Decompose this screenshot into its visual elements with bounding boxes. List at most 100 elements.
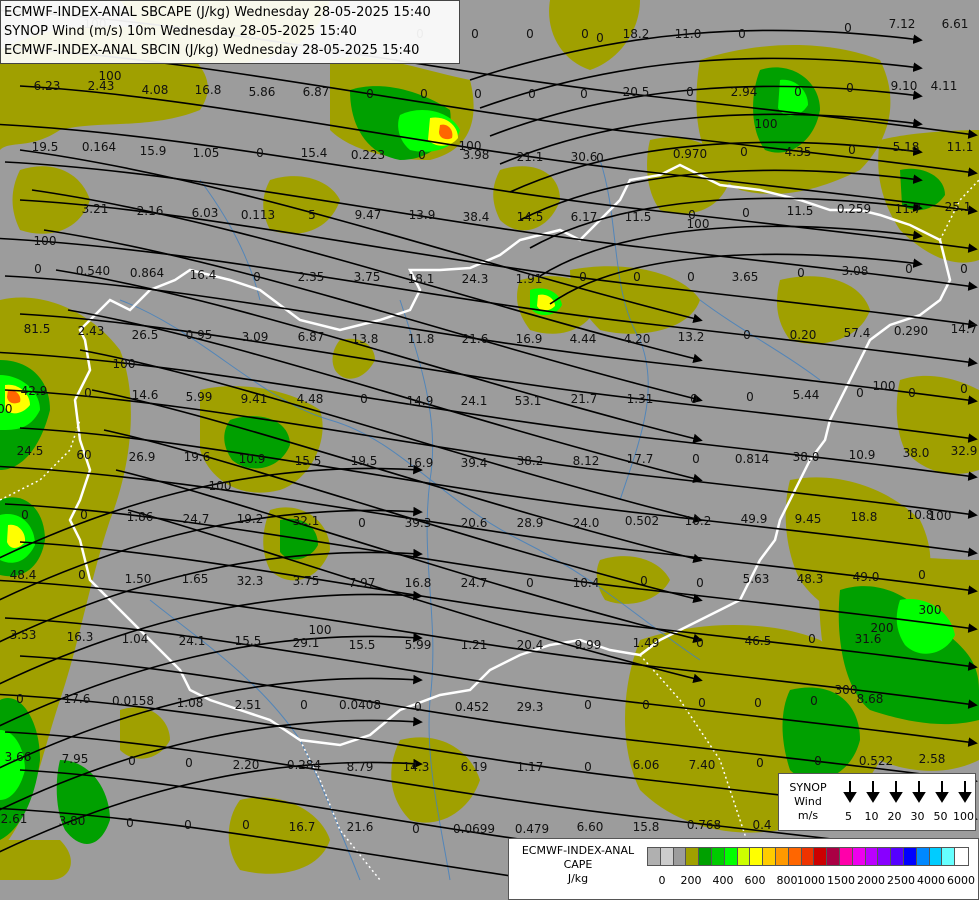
map-value-label: 26.5 [132, 328, 159, 342]
map-value-label: 1.08 [177, 696, 204, 710]
map-value-label: 9.10 [891, 79, 918, 93]
map-value-label: 0 [78, 568, 86, 582]
map-value-label: 0 [846, 81, 854, 95]
map-value-label: 2.51 [235, 698, 262, 712]
map-value-label: 8.12 [573, 454, 600, 468]
map-value-label: 3.66 [5, 750, 32, 764]
map-value-label: 0 [960, 262, 968, 276]
map-value-label: 15.5 [349, 638, 376, 652]
map-value-label: 0 [128, 754, 136, 768]
map-value-label: 32.1 [293, 514, 320, 528]
map-value-label: 16.9 [516, 332, 543, 346]
map-value-label: 0 [642, 698, 650, 712]
map-value-label: 3.75 [354, 270, 381, 284]
map-value-label: 13.2 [678, 330, 705, 344]
map-value-label: 38.0 [793, 450, 820, 464]
map-value-label: 38.2 [517, 454, 544, 468]
synop-speed-values: 5 10 20 30 50 100 [845, 810, 974, 823]
map-value-label: 15.9 [140, 144, 167, 158]
map-value-label: 11.7 [895, 202, 922, 216]
map-value-label: 2.61 [1, 812, 28, 826]
map-value-label: 1.04 [122, 632, 149, 646]
map-value-label: 0 [584, 698, 592, 712]
map-value-label: 1.49 [633, 636, 660, 650]
map-value-label: 0 [908, 386, 916, 400]
map-value-label: 1.65 [182, 572, 209, 586]
map-value-label: 19.5 [32, 140, 59, 154]
map-value-label: 100 [34, 234, 57, 248]
map-value-label: 1.31 [627, 392, 654, 406]
map-value-label: 0 [184, 818, 192, 832]
map-value-label: 9.45 [795, 512, 822, 526]
map-value-label: 14.7 [951, 322, 978, 336]
map-value-label: 0.0158 [112, 694, 154, 708]
map-value-label: 6.19 [461, 760, 488, 774]
map-value-label: 2.43 [78, 324, 105, 338]
map-value-label: 19.2 [237, 512, 264, 526]
map-value-label: 100 [873, 379, 896, 393]
map-value-label: 3.65 [732, 270, 759, 284]
map-value-label: 26.9 [129, 450, 156, 464]
map-value-label: 0 [358, 516, 366, 530]
map-value-label: 24.7 [183, 512, 210, 526]
map-value-label: 0 [21, 508, 29, 522]
map-value-label: 1.86 [127, 510, 154, 524]
map-value-label: 0 [360, 392, 368, 406]
map-value-label: 8.79 [347, 760, 374, 774]
map-value-label: 16.7 [289, 820, 316, 834]
colorbar-tick-label: 6000 [947, 874, 975, 887]
map-value-label: 5.99 [405, 638, 432, 652]
map-value-label: 0.223 [351, 148, 385, 162]
map-value-label: 0 [581, 27, 589, 41]
synop-wind-legend: SYNOP Wind m/s 5 10 20 30 50 100 [778, 773, 976, 831]
map-value-label: 21.6 [347, 820, 374, 834]
map-value-label: 0 [253, 270, 261, 284]
map-value-label: 0 [740, 145, 748, 159]
map-value-label: 0 [960, 382, 968, 396]
map-value-label: 29.1 [293, 636, 320, 650]
map-value-label: 5.44 [793, 388, 820, 402]
map-value-label: 0 [848, 143, 856, 157]
map-value-label: 0.95 [186, 328, 213, 342]
map-value-label: 24.3 [462, 272, 489, 286]
map-value-label: 10.9 [849, 448, 876, 462]
weather-map[interactable]: 0 0 0 0 0 18.2 11.0 0 0 7.12 6.61 6.23 2.43 4.08 16.8 5… [0, 0, 979, 900]
map-value-label: 57.4 [844, 326, 871, 340]
map-value-label: 0 [810, 694, 818, 708]
map-value-label: 1.05 [193, 146, 220, 160]
map-value-label: 11.0 [675, 27, 702, 41]
map-value-label: 0.452 [455, 700, 489, 714]
map-value-label: 0.768 [687, 818, 721, 832]
map-value-label: 14.9 [407, 394, 434, 408]
map-value-label: 24.1 [461, 394, 488, 408]
map-value-label: 4.44 [570, 332, 597, 346]
map-value-label: 25.1 [945, 200, 972, 214]
map-value-label: 100 [687, 217, 710, 231]
map-value-label: 0 [742, 206, 750, 220]
map-value-label: 5 [308, 208, 316, 222]
map-value-label: 0 [185, 756, 193, 770]
map-value-label: 4.35 [785, 145, 812, 159]
map-value-label: 48.4 [10, 568, 37, 582]
map-value-label: 15.4 [301, 146, 328, 160]
map-value-label: 15.8 [633, 820, 660, 834]
map-value-label: 6.03 [192, 206, 219, 220]
map-value-label: 4.08 [142, 83, 169, 97]
map-value-label: 0 [526, 27, 534, 41]
map-value-label: 9.41 [241, 392, 268, 406]
map-value-label: 29.3 [517, 700, 544, 714]
map-value-label: 0 [743, 328, 751, 342]
map-value-label: 0 [414, 700, 422, 714]
map-value-label: 39.4 [461, 456, 488, 470]
map-value-label: 0 [687, 270, 695, 284]
map-value-label: 30.6 [571, 150, 598, 164]
map-value-label: 20.4 [517, 638, 544, 652]
map-value-label: 5.86 [249, 85, 276, 99]
colorbar-tick-label: 600 [744, 874, 766, 887]
map-value-label: 6.23 [34, 79, 61, 93]
map-value-label: 0 [526, 576, 534, 590]
map-value-label: 10.2 [685, 514, 712, 528]
map-value-label: 4.48 [297, 392, 324, 406]
map-value-label: 0 [584, 760, 592, 774]
map-value-label: 0 [814, 754, 822, 768]
